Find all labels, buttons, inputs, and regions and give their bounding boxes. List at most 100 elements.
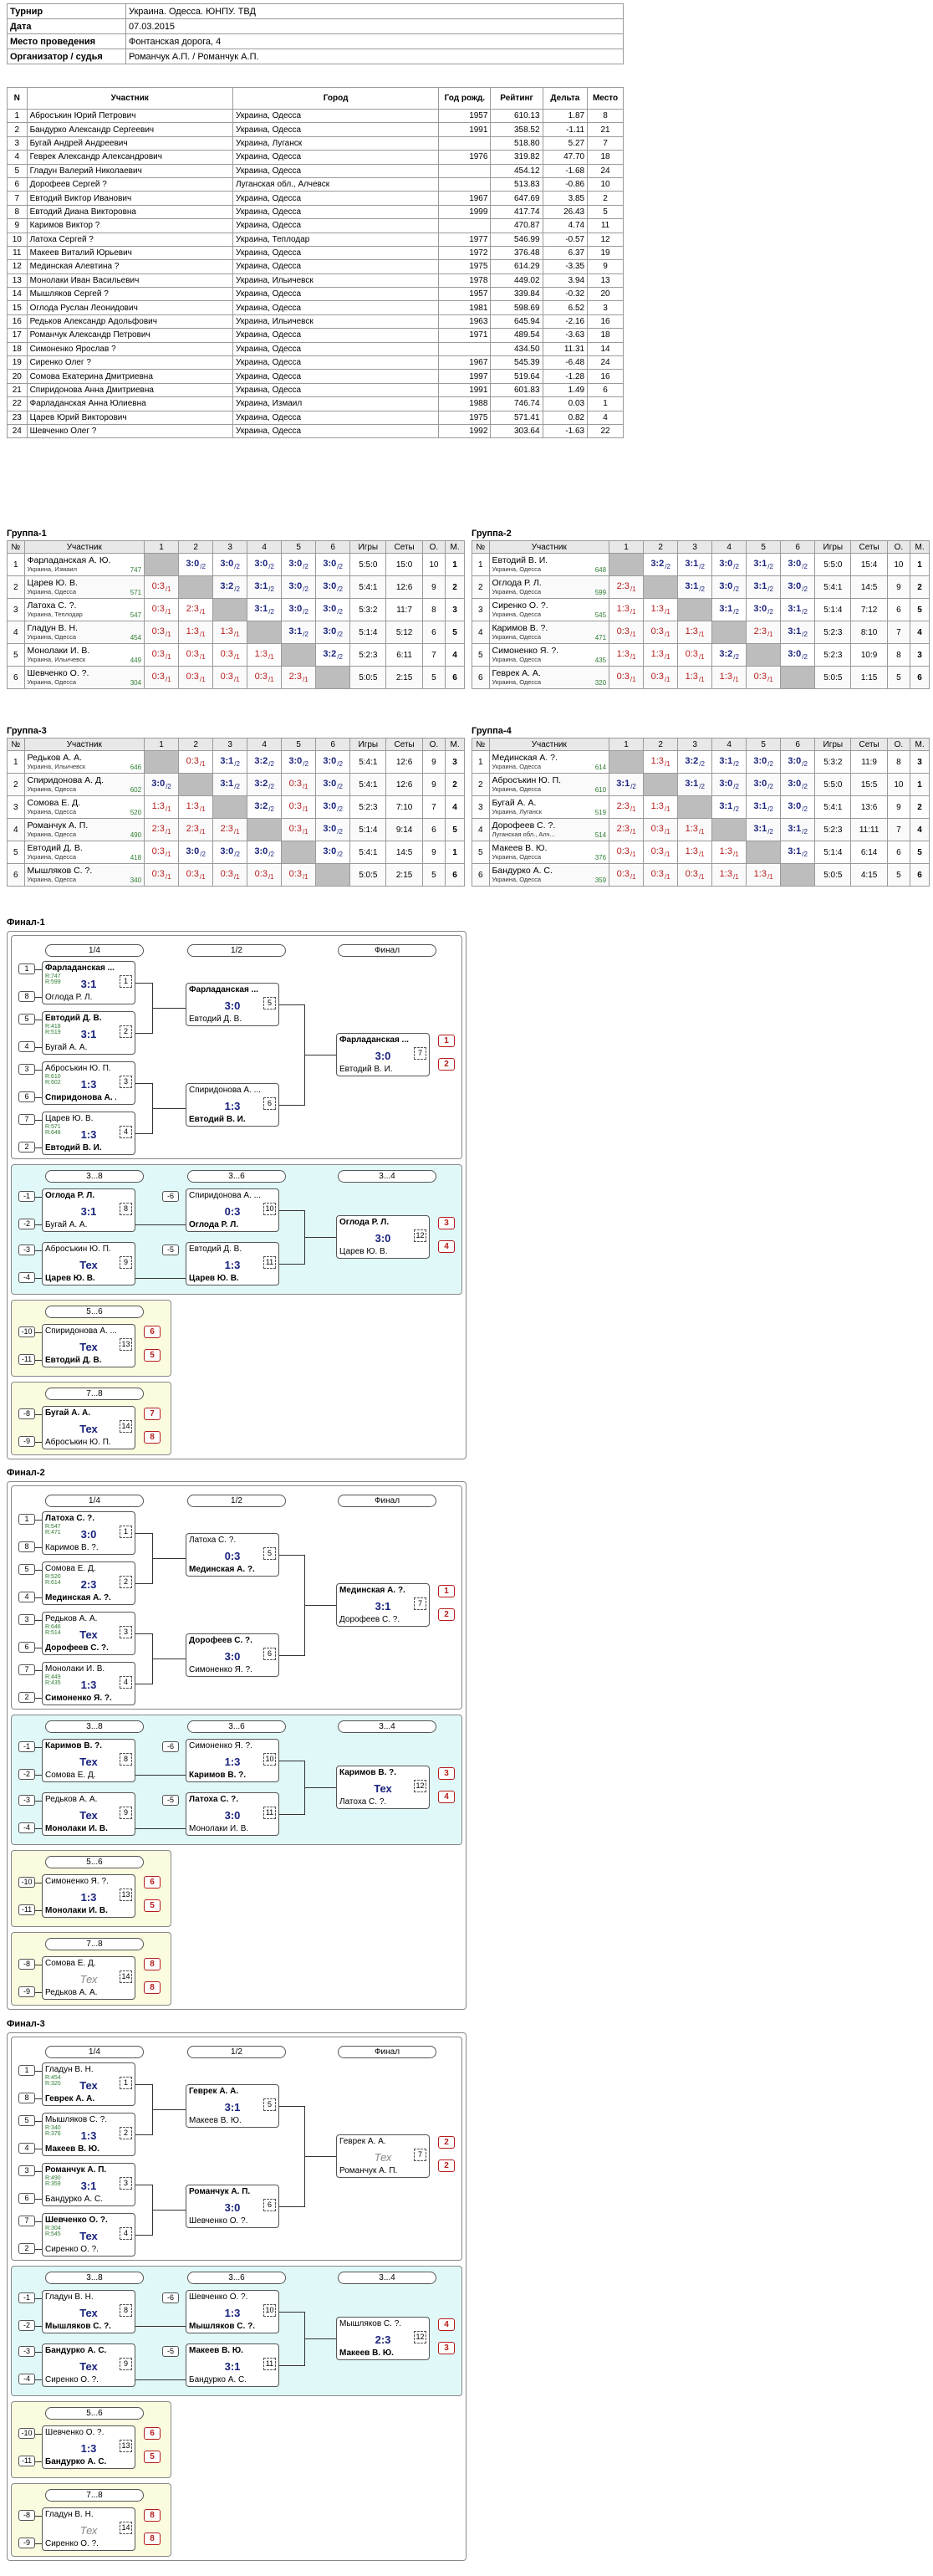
match-result-cell[interactable]: 3:1/2	[281, 621, 317, 644]
group-header[interactable]: 6	[780, 738, 816, 751]
group-header[interactable]: 5	[746, 540, 782, 554]
group-header[interactable]: 2	[178, 540, 214, 554]
match-result-cell[interactable]: 3:1/2	[711, 598, 747, 621]
match-result-cell[interactable]: 3:0/2	[315, 795, 351, 819]
match-result-cell[interactable]: 3:0/2	[281, 553, 317, 576]
group-header[interactable]: 2	[178, 738, 214, 751]
group-header[interactable]: 4	[247, 540, 283, 554]
match-result-cell[interactable]: 0:3/1	[281, 818, 317, 841]
group-header[interactable]: 2	[643, 540, 679, 554]
match-result-cell[interactable]: 0:3/1	[178, 863, 214, 887]
match-result-cell[interactable]: 3:1/2	[247, 598, 283, 621]
group-header[interactable]: 3	[677, 540, 713, 554]
match-box[interactable]: Шевченко О. ?. Сиренко О. ?. Тех 4 R:304 R:54…	[42, 2213, 135, 2257]
group-header[interactable]: 5	[281, 540, 317, 554]
player-cell[interactable]: Абросъкин Ю. П. Украина, Одесса 610	[488, 773, 610, 796]
match-result-cell[interactable]: 2:3/1	[609, 575, 645, 599]
group-header[interactable]: Участник	[488, 738, 610, 751]
participants-header[interactable]: Место	[587, 87, 624, 110]
match-box[interactable]: Спиридонова А. ... Евтодий В. И. 1:3 6	[186, 1083, 279, 1127]
match-box[interactable]: Фарладанская ... Евтодий Д. В. 3:0 5	[186, 983, 279, 1026]
match-box[interactable]: Симоненко Я. ?. Каримов В. ?. 1:3 10	[186, 1739, 279, 1782]
match-result-cell[interactable]: 0:3/1	[212, 863, 248, 887]
group-header[interactable]: М.	[910, 540, 930, 554]
match-result-cell[interactable]: 3:1/2	[780, 818, 816, 841]
match-result-cell[interactable]: 1:3/1	[711, 666, 747, 689]
match-box[interactable]: Сомова Е. Д. Мединская А. ?. 2:3 2 R:520 R:61…	[42, 1561, 135, 1605]
match-box[interactable]: Спиридонова А. ... Оглода Р. Л. 0:3 10	[186, 1188, 279, 1232]
match-result-cell[interactable]: 0:3/1	[178, 666, 214, 689]
player-cell[interactable]: Сиренко О. ?. Украина, Одесса 545	[488, 598, 610, 621]
group-header[interactable]: 3	[212, 738, 248, 751]
match-result-cell[interactable]: 0:3/1	[281, 773, 317, 796]
match-result-cell[interactable]: 3:1/2	[746, 575, 782, 599]
player-cell[interactable]: Евтодий В. И. Украина, Одесса 648	[488, 553, 610, 576]
match-box[interactable]: Мышляков С. ?. Макеев В. Ю. 2:3 12	[336, 2317, 430, 2360]
match-result-cell[interactable]: 1:3/1	[711, 863, 747, 887]
group-header[interactable]: 1	[609, 540, 645, 554]
player-cell[interactable]: Дорофеев С. ?. Луганская обл., Алч... 514	[488, 818, 610, 841]
match-result-cell[interactable]: 1:3/1	[643, 750, 679, 774]
match-result-cell[interactable]: 1:3/1	[677, 666, 713, 689]
group-header[interactable]: О.	[421, 738, 446, 751]
group-header[interactable]: Сеты	[385, 738, 423, 751]
match-result-cell[interactable]: 0:3/1	[144, 841, 180, 864]
match-result-cell[interactable]: 1:3/1	[178, 621, 214, 644]
group-header[interactable]: №	[7, 738, 25, 751]
group-header[interactable]: М.	[445, 738, 465, 751]
match-result-cell[interactable]: 3:2/2	[247, 750, 283, 774]
match-result-cell[interactable]: 0:3/1	[643, 621, 679, 644]
match-result-cell[interactable]: 3:1/2	[212, 773, 248, 796]
match-result-cell[interactable]: 0:3/1	[281, 795, 317, 819]
match-result-cell[interactable]: 0:3/1	[281, 863, 317, 887]
group-header[interactable]: О.	[886, 540, 911, 554]
match-box[interactable]: Гладун В. Н. Геврек А. А. Тех 1 R:454 R:320	[42, 2062, 135, 2106]
match-result-cell[interactable]: 3:2/2	[677, 750, 713, 774]
participants-header[interactable]: Город	[232, 87, 440, 110]
match-result-cell[interactable]: 3:0/2	[212, 841, 248, 864]
match-result-cell[interactable]: 2:3/1	[746, 621, 782, 644]
match-result-cell[interactable]: 3:0/2	[315, 750, 351, 774]
match-result-cell[interactable]: 0:3/1	[643, 863, 679, 887]
player-cell[interactable]: Латоха С. ?. Украина, Теплодар 547	[23, 598, 145, 621]
match-result-cell[interactable]: 3:0/2	[281, 575, 317, 599]
match-box[interactable]: Оглода Р. Л. Бугай А. А. 3:1 8	[42, 1188, 135, 1232]
match-result-cell[interactable]: 3:0/2	[315, 773, 351, 796]
match-result-cell[interactable]: 3:1/2	[780, 598, 816, 621]
match-result-cell[interactable]: 3:0/2	[780, 795, 816, 819]
match-result-cell[interactable]: 3:0/2	[746, 598, 782, 621]
match-result-cell[interactable]: 0:3/1	[247, 863, 283, 887]
match-box[interactable]: Симоненко Я. ?. Монолаки И. В. 1:3 13	[42, 1874, 135, 1918]
match-box[interactable]: Спиридонова А. ... Евтодий Д. В. Тех 13	[42, 1324, 135, 1367]
match-result-cell[interactable]: 1:3/1	[609, 598, 645, 621]
match-box[interactable]: Геврек А. А. Макеев В. Ю. 3:1 5	[186, 2084, 279, 2128]
match-box[interactable]: Гладун В. Н. Мышляков С. ?. Тех 8	[42, 2290, 135, 2333]
match-box[interactable]: Шевченко О. ?. Бандурко А. С. 1:3 13	[42, 2425, 135, 2469]
match-result-cell[interactable]: 0:3/1	[609, 863, 645, 887]
match-result-cell[interactable]: 2:3/1	[212, 818, 248, 841]
group-header[interactable]: Участник	[23, 540, 145, 554]
match-result-cell[interactable]: 0:3/1	[746, 666, 782, 689]
match-box[interactable]: Мышляков С. ?. Макеев В. Ю. 1:3 2 R:340 R:376	[42, 2113, 135, 2156]
match-result-cell[interactable]: 0:3/1	[643, 666, 679, 689]
group-header[interactable]: №	[7, 540, 25, 554]
match-result-cell[interactable]: 3:0/2	[780, 643, 816, 667]
group-header[interactable]: 1	[144, 540, 180, 554]
match-result-cell[interactable]: 3:0/2	[315, 841, 351, 864]
match-result-cell[interactable]: 3:1/2	[711, 795, 747, 819]
group-header[interactable]: 1	[144, 738, 180, 751]
match-box[interactable]: Гладун В. Н. Сиренко О. ?. Тех 14	[42, 2507, 135, 2551]
match-result-cell[interactable]: 0:3/1	[677, 643, 713, 667]
match-result-cell[interactable]: 3:1/2	[677, 553, 713, 576]
match-result-cell[interactable]: 1:3/1	[212, 621, 248, 644]
match-box[interactable]: Оглода Р. Л. Царев Ю. В. 3:0 12	[336, 1215, 430, 1259]
match-result-cell[interactable]: 1:3/1	[247, 643, 283, 667]
match-result-cell[interactable]: 3:0/2	[178, 553, 214, 576]
match-box[interactable]: Монолаки И. В. Симоненко Я. ?. 1:3 4 R:449 R:…	[42, 1662, 135, 1705]
player-cell[interactable]: Фарладанская А. Ю. Украина, Измаил 747	[23, 553, 145, 576]
player-cell[interactable]: Бандурко А. С. Украина, Одесса 359	[488, 863, 610, 887]
match-result-cell[interactable]: 0:3/1	[609, 666, 645, 689]
match-result-cell[interactable]: 3:0/2	[178, 841, 214, 864]
match-box[interactable]: Редьков А. А. Монолаки И. В. Тех 9	[42, 1792, 135, 1836]
player-cell[interactable]: Сомова Е. Д. Украина, Одесса 520	[23, 795, 145, 819]
